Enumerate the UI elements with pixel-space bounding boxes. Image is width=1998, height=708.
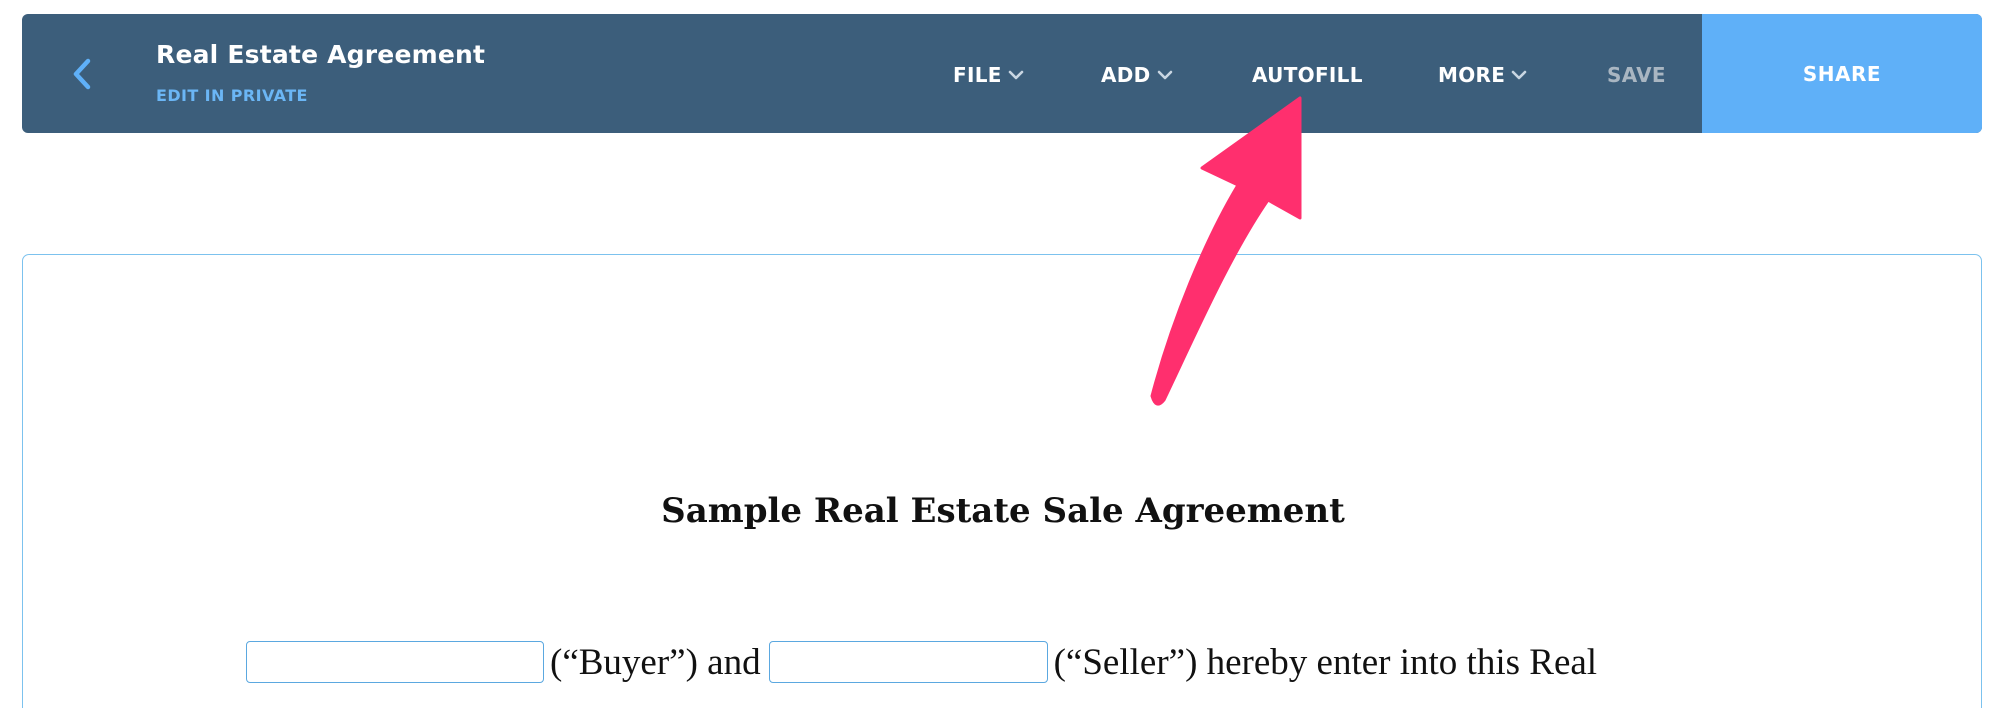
top-toolbar: Real Estate Agreement EDIT IN PRIVATE FI…	[22, 14, 1982, 133]
seller-text: (“Seller”) hereby enter into this Real	[1053, 641, 1598, 683]
back-button[interactable]	[62, 52, 102, 96]
more-menu-label: MORE	[1438, 63, 1506, 87]
add-menu[interactable]: ADD	[1101, 60, 1173, 90]
autofill-label: AUTOFILL	[1252, 63, 1363, 87]
file-menu-label: FILE	[953, 63, 1002, 87]
save-button[interactable]: SAVE	[1607, 60, 1666, 90]
more-menu[interactable]: MORE	[1438, 60, 1527, 90]
agreement-paragraph: (“Buyer”) and (“Seller”) hereby enter in…	[246, 640, 1597, 684]
chevron-left-icon	[73, 58, 91, 90]
seller-name-field[interactable]	[768, 641, 1048, 683]
chevron-down-icon	[1008, 70, 1024, 80]
document-canvas: Sample Real Estate Sale Agreement (“Buye…	[22, 254, 1982, 708]
file-menu[interactable]: FILE	[953, 60, 1024, 90]
buyer-text: (“Buyer”) and	[550, 641, 761, 683]
document-title: Real Estate Agreement	[156, 40, 486, 69]
buyer-name-field[interactable]	[246, 641, 544, 683]
chevron-down-icon	[1511, 70, 1527, 80]
save-label: SAVE	[1607, 63, 1666, 87]
add-menu-label: ADD	[1101, 63, 1151, 87]
document-heading: Sample Real Estate Sale Agreement	[661, 491, 1345, 531]
chevron-down-icon	[1157, 70, 1172, 80]
autofill-button[interactable]: AUTOFILL	[1252, 60, 1363, 90]
edit-in-private-link[interactable]: EDIT IN PRIVATE	[156, 86, 308, 105]
share-label: SHARE	[1802, 61, 1882, 86]
share-button[interactable]: SHARE	[1702, 14, 1982, 133]
